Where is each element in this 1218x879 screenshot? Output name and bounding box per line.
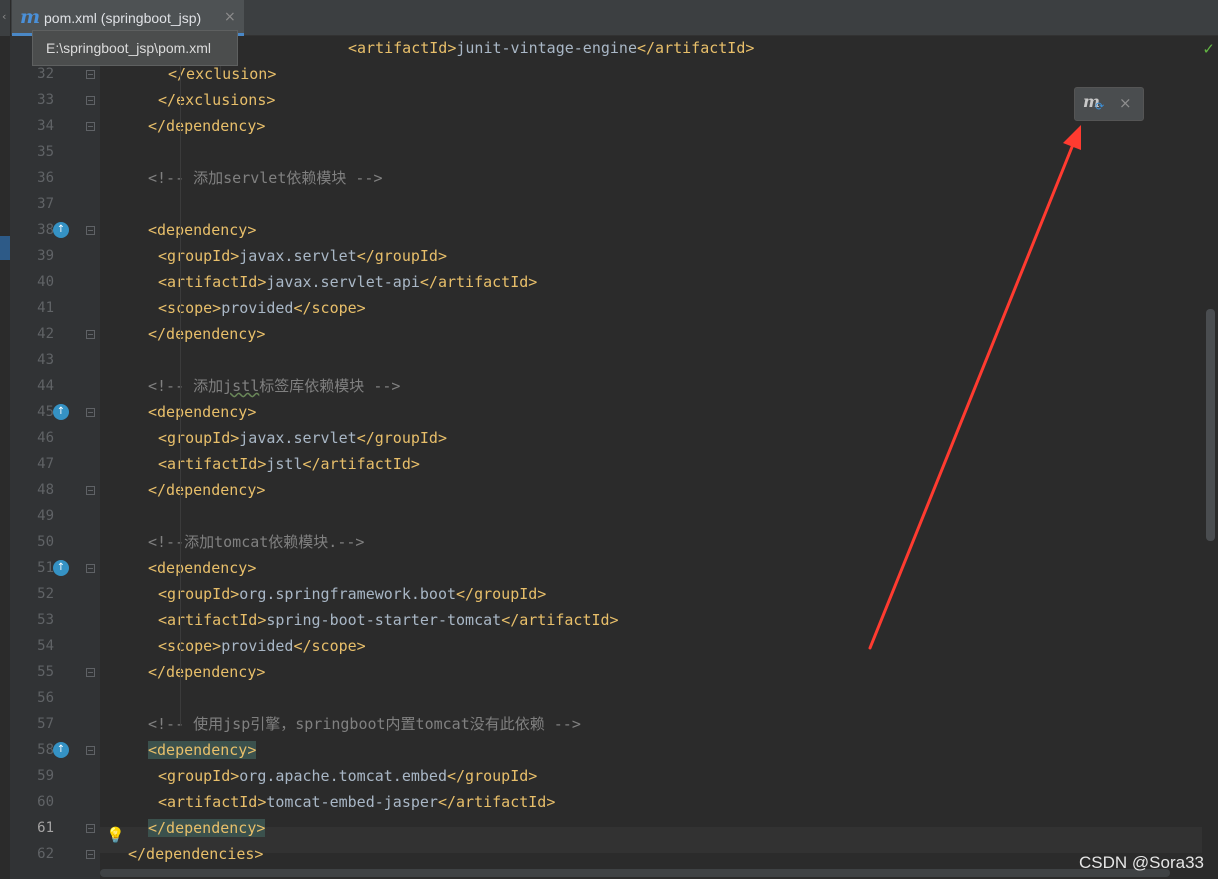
annotation-arrow: [868, 125, 1081, 650]
file-path-tooltip: E:\springboot_jsp\pom.xml: [32, 30, 238, 66]
